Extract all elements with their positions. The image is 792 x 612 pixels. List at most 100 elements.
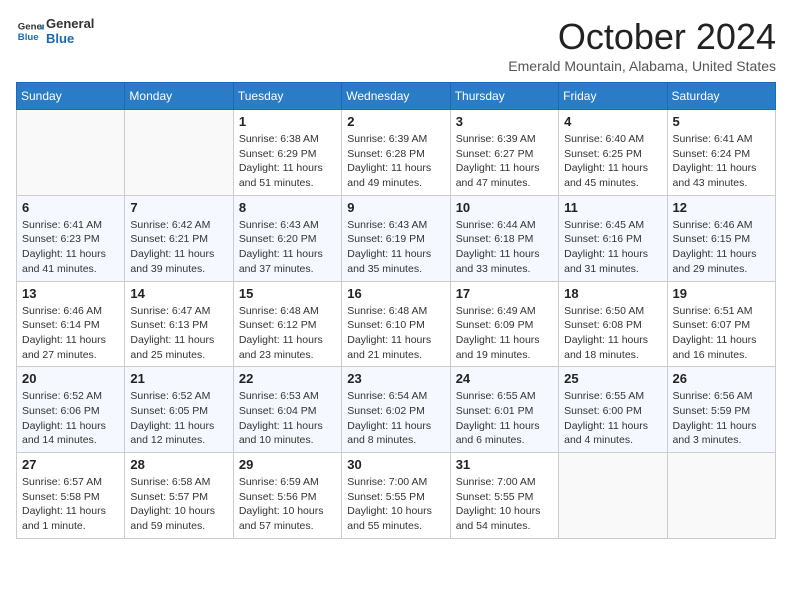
day-detail: Sunrise: 6:47 AMSunset: 6:13 PMDaylight:…: [130, 304, 227, 363]
calendar-cell: 17Sunrise: 6:49 AMSunset: 6:09 PMDayligh…: [450, 281, 558, 367]
logo-general: General: [46, 16, 94, 31]
calendar-cell: 30 Sunrise: 7:00 AMSunset: 5:55 PMDayligh…: [342, 453, 450, 539]
day-number: 21: [130, 371, 227, 386]
calendar-cell: 7 Sunrise: 6:42 AMSunset: 6:21 PMDaylight…: [125, 195, 233, 281]
page-header: General Blue General Blue October 2024 E…: [16, 16, 776, 74]
calendar-cell: 8Sunrise: 6:43 AMSunset: 6:20 PMDaylight…: [233, 195, 341, 281]
calendar-cell: 3 Sunrise: 6:39 AMSunset: 6:27 PMDaylight…: [450, 110, 558, 196]
day-detail: Sunrise: 6:53 AMSunset: 6:04 PMDaylight:…: [239, 389, 336, 448]
calendar-cell: 27Sunrise: 6:57 AMSunset: 5:58 PMDayligh…: [17, 453, 125, 539]
header-monday: Monday: [125, 83, 233, 110]
day-detail: Sunrise: 6:48 AMSunset: 6:10 PMDaylight:…: [347, 304, 444, 363]
day-detail: Sunrise: 6:48 AMSunset: 6:12 PMDaylight:…: [239, 304, 336, 363]
calendar-cell: 14 Sunrise: 6:47 AMSunset: 6:13 PMDayligh…: [125, 281, 233, 367]
day-detail: Sunrise: 6:41 AMSunset: 6:23 PMDaylight:…: [22, 218, 119, 277]
day-number: 28: [130, 457, 227, 472]
day-number: 29: [239, 457, 336, 472]
day-detail: Sunrise: 7:00 AMSunset: 5:55 PMDaylight:…: [347, 475, 444, 534]
day-detail: Sunrise: 6:59 AMSunset: 5:56 PMDaylight:…: [239, 475, 336, 534]
calendar-cell: 25 Sunrise: 6:55 AMSunset: 6:00 PMDayligh…: [559, 367, 667, 453]
calendar-cell: 1Sunrise: 6:38 AMSunset: 6:29 PMDaylight…: [233, 110, 341, 196]
calendar-cell: 4Sunrise: 6:40 AMSunset: 6:25 PMDaylight…: [559, 110, 667, 196]
header-friday: Friday: [559, 83, 667, 110]
day-number: 3: [456, 114, 553, 129]
day-number: 27: [22, 457, 119, 472]
calendar-cell: 21 Sunrise: 6:52 AMSunset: 6:05 PMDayligh…: [125, 367, 233, 453]
day-number: 14: [130, 286, 227, 301]
day-number: 20: [22, 371, 119, 386]
logo-icon: General Blue: [16, 17, 44, 45]
day-detail: Sunrise: 6:52 AMSunset: 6:05 PMDaylight:…: [130, 389, 227, 448]
day-detail: Sunrise: 6:46 AMSunset: 6:15 PMDaylight:…: [673, 218, 770, 277]
header-tuesday: Tuesday: [233, 83, 341, 110]
day-detail: Sunrise: 7:00 AMSunset: 5:55 PMDaylight:…: [456, 475, 553, 534]
day-number: 16: [347, 286, 444, 301]
day-number: 26: [673, 371, 770, 386]
calendar-cell: 10Sunrise: 6:44 AMSunset: 6:18 PMDayligh…: [450, 195, 558, 281]
day-number: 10: [456, 200, 553, 215]
calendar-cell: [17, 110, 125, 196]
day-detail: Sunrise: 6:45 AMSunset: 6:16 PMDaylight:…: [564, 218, 661, 277]
logo: General Blue General Blue: [16, 16, 94, 46]
day-number: 19: [673, 286, 770, 301]
calendar-cell: 29 Sunrise: 6:59 AMSunset: 5:56 PMDayligh…: [233, 453, 341, 539]
calendar-cell: 15 Sunrise: 6:48 AMSunset: 6:12 PMDayligh…: [233, 281, 341, 367]
calendar-cell: 5 Sunrise: 6:41 AMSunset: 6:24 PMDaylight…: [667, 110, 775, 196]
day-number: 7: [130, 200, 227, 215]
day-detail: Sunrise: 6:58 AMSunset: 5:57 PMDaylight:…: [130, 475, 227, 534]
day-detail: Sunrise: 6:41 AMSunset: 6:24 PMDaylight:…: [673, 132, 770, 191]
calendar-header-row: SundayMondayTuesdayWednesdayThursdayFrid…: [17, 83, 776, 110]
day-number: 23: [347, 371, 444, 386]
day-number: 6: [22, 200, 119, 215]
day-number: 24: [456, 371, 553, 386]
calendar-cell: 23 Sunrise: 6:54 AMSunset: 6:02 PMDayligh…: [342, 367, 450, 453]
svg-text:Blue: Blue: [18, 32, 39, 43]
day-number: 11: [564, 200, 661, 215]
calendar-cell: 13 Sunrise: 6:46 AMSunset: 6:14 PMDayligh…: [17, 281, 125, 367]
calendar-cell: 24 Sunrise: 6:55 AMSunset: 6:01 PMDayligh…: [450, 367, 558, 453]
calendar-cell: [667, 453, 775, 539]
day-number: 1: [239, 114, 336, 129]
calendar-cell: 18 Sunrise: 6:50 AMSunset: 6:08 PMDayligh…: [559, 281, 667, 367]
calendar-week-2: 6 Sunrise: 6:41 AMSunset: 6:23 PMDaylight…: [17, 195, 776, 281]
day-number: 5: [673, 114, 770, 129]
day-detail: Sunrise: 6:51 AMSunset: 6:07 PMDaylight:…: [673, 304, 770, 363]
header-sunday: Sunday: [17, 83, 125, 110]
day-detail: Sunrise: 6:49 AMSunset: 6:09 PMDaylight:…: [456, 304, 553, 363]
calendar-cell: [559, 453, 667, 539]
calendar-cell: 20 Sunrise: 6:52 AMSunset: 6:06 PMDayligh…: [17, 367, 125, 453]
calendar-cell: 26Sunrise: 6:56 AMSunset: 5:59 PMDayligh…: [667, 367, 775, 453]
calendar-week-1: 1Sunrise: 6:38 AMSunset: 6:29 PMDaylight…: [17, 110, 776, 196]
location: Emerald Mountain, Alabama, United States: [508, 58, 776, 74]
day-detail: Sunrise: 6:39 AMSunset: 6:28 PMDaylight:…: [347, 132, 444, 191]
header-wednesday: Wednesday: [342, 83, 450, 110]
calendar-cell: [125, 110, 233, 196]
day-number: 30: [347, 457, 444, 472]
day-detail: Sunrise: 6:54 AMSunset: 6:02 PMDaylight:…: [347, 389, 444, 448]
day-number: 15: [239, 286, 336, 301]
calendar: SundayMondayTuesdayWednesdayThursdayFrid…: [16, 82, 776, 539]
logo-blue: Blue: [46, 31, 94, 46]
calendar-week-4: 20 Sunrise: 6:52 AMSunset: 6:06 PMDayligh…: [17, 367, 776, 453]
month-title: October 2024: [508, 16, 776, 58]
day-number: 8: [239, 200, 336, 215]
day-number: 13: [22, 286, 119, 301]
calendar-cell: 22 Sunrise: 6:53 AMSunset: 6:04 PMDayligh…: [233, 367, 341, 453]
day-detail: Sunrise: 6:46 AMSunset: 6:14 PMDaylight:…: [22, 304, 119, 363]
day-detail: Sunrise: 6:52 AMSunset: 6:06 PMDaylight:…: [22, 389, 119, 448]
day-number: 25: [564, 371, 661, 386]
day-detail: Sunrise: 6:42 AMSunset: 6:21 PMDaylight:…: [130, 218, 227, 277]
day-detail: Sunrise: 6:39 AMSunset: 6:27 PMDaylight:…: [456, 132, 553, 191]
day-number: 18: [564, 286, 661, 301]
calendar-week-3: 13 Sunrise: 6:46 AMSunset: 6:14 PMDayligh…: [17, 281, 776, 367]
day-number: 4: [564, 114, 661, 129]
day-detail: Sunrise: 6:50 AMSunset: 6:08 PMDaylight:…: [564, 304, 661, 363]
title-block: October 2024 Emerald Mountain, Alabama, …: [508, 16, 776, 74]
day-number: 22: [239, 371, 336, 386]
day-number: 12: [673, 200, 770, 215]
day-number: 31: [456, 457, 553, 472]
day-detail: Sunrise: 6:55 AMSunset: 6:01 PMDaylight:…: [456, 389, 553, 448]
calendar-cell: 16 Sunrise: 6:48 AMSunset: 6:10 PMDayligh…: [342, 281, 450, 367]
day-detail: Sunrise: 6:55 AMSunset: 6:00 PMDaylight:…: [564, 389, 661, 448]
calendar-cell: 19 Sunrise: 6:51 AMSunset: 6:07 PMDayligh…: [667, 281, 775, 367]
